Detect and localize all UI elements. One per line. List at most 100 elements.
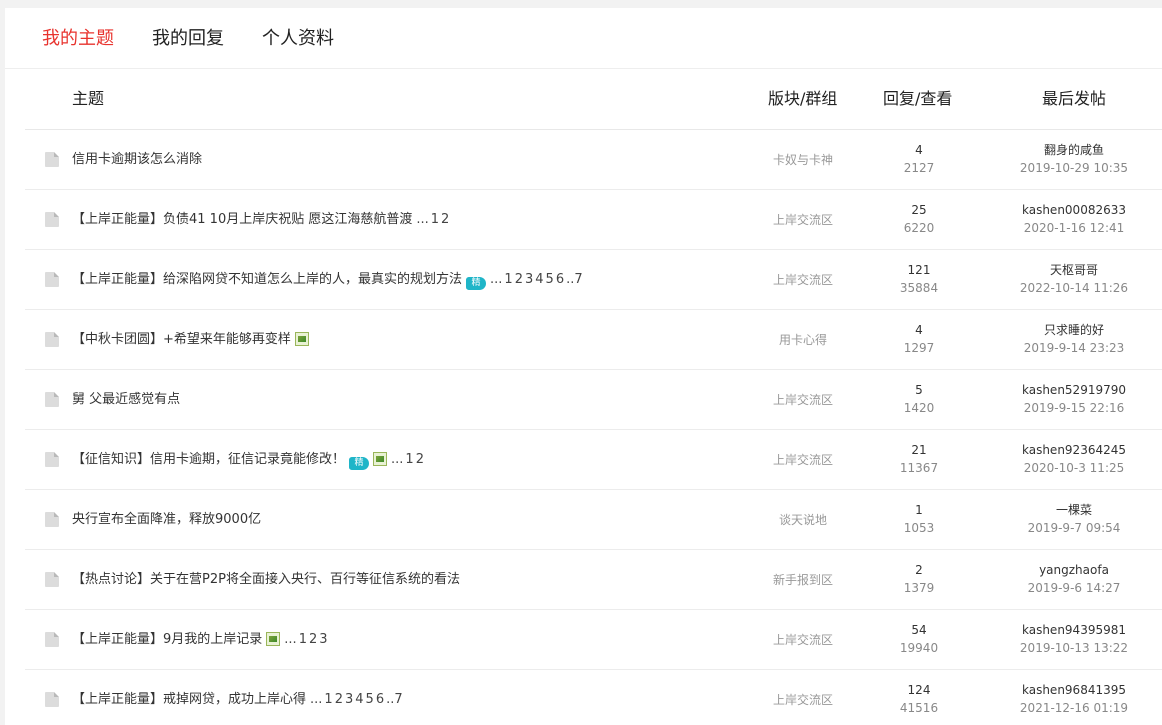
thread-title-link[interactable]: 【中秋卡团圆】+希望来年能够再变样 [72,332,291,347]
page-link[interactable]: 5 [366,692,374,707]
document-icon [45,512,59,527]
tab-bar: 我的主题 我的回复 个人资料 [5,8,1162,69]
last-post: kashen52919790 2019-9-15 22:16 [1009,381,1139,417]
thread-title-link[interactable]: 央行宣布全面降准，释放9000亿 [72,512,261,527]
page-link[interactable]: 6 [556,272,564,287]
view-count: 1420 [903,401,935,415]
thread-title-link[interactable]: 【上岸正能量】9月我的上岸记录 [72,632,262,647]
table-row: 【中秋卡团圆】+希望来年能够再变样 用卡心得 4 1297 只求睡的好 2019-9-14… [25,310,1162,370]
document-icon [45,632,59,647]
view-count: 1297 [903,341,935,355]
thread-title-line: 【征信知识】信用卡逾期，征信记录竟能修改！ 精... 1 2 [72,449,424,471]
last-post: 天枢哥哥 2022-10-14 11:26 [1009,261,1139,297]
last-post-user[interactable]: kashen00082633 [1009,201,1139,219]
thread-title-line: 【中秋卡团圆】+希望来年能够再变样 [72,329,309,351]
forum-link[interactable]: 用卡心得 [743,329,863,351]
thread-title-link[interactable]: 【上岸正能量】戒掉网贷，成功上岸心得 [72,692,306,707]
reply-view-stats: 4 2127 [859,141,979,177]
forum-link[interactable]: 上岸交流区 [743,629,863,651]
header-forum: 版块/群组 [768,89,838,108]
header-stats: 回复/查看 [883,89,953,108]
last-post-user[interactable]: kashen94395981 [1009,621,1139,639]
page-link[interactable]: 1 [504,272,512,287]
last-post-user[interactable]: 天枢哥哥 [1009,261,1139,279]
document-icon [45,152,59,167]
page-link[interactable]: 2 [309,632,317,647]
last-post-user[interactable]: 翻身的咸鱼 [1009,141,1139,159]
digest-badge-icon: 精 [466,277,487,290]
tab-profile[interactable]: 个人资料 [262,26,334,52]
forum-link[interactable]: 上岸交流区 [743,449,863,471]
last-post-user[interactable]: yangzhaofa [1009,561,1139,579]
page-link[interactable]: 1 [324,692,332,707]
last-post: kashen96841395 2021-12-16 01:19 [1009,681,1139,717]
thread-title-link[interactable]: 舅 父最近感觉有点 [72,392,180,407]
reply-count: 21 [911,443,927,457]
image-attachment-icon [373,452,388,466]
forum-link[interactable]: 新手报到区 [743,569,863,591]
page-link[interactable]: 2 [441,212,449,227]
page-link[interactable]: 3 [345,692,353,707]
page-link[interactable]: 3 [525,272,533,287]
reply-view-stats: 2 1379 [859,561,979,597]
last-post-user[interactable]: 只求睡的好 [1009,321,1139,339]
table-row: 【上岸正能量】戒掉网贷，成功上岸心得... 1 2 3 4 5 6 ..7 上岸交流区 124 41… [25,670,1162,725]
last-post-time: 2020-1-16 12:41 [1023,221,1125,235]
view-count: 35884 [899,281,939,295]
thread-title-link[interactable]: 信用卡逾期该怎么消除 [72,152,202,167]
reply-count: 121 [907,263,931,277]
last-post-time: 2019-9-14 23:23 [1023,341,1125,355]
thread-title-link[interactable]: 【上岸正能量】给深陷网贷不知道怎么上岸的人，最真实的规划方法 [72,272,462,287]
page-link[interactable]: 2 [335,692,343,707]
reply-count: 1 [915,503,923,517]
thread-title-line: 【上岸正能量】9月我的上岸记录... 1 2 3 [72,629,328,651]
page-link[interactable]: 2 [416,452,424,467]
thread-list: 主题 版块/群组 回复/查看 最后发帖 信用卡逾期该怎么消除 卡奴与卡神 4 2127… [25,69,1162,725]
pagination-ellipsis: ... [490,272,503,287]
forum-link[interactable]: 上岸交流区 [743,269,863,291]
last-post-user[interactable]: kashen52919790 [1009,381,1139,399]
last-post-user[interactable]: kashen92364245 [1009,441,1139,459]
forum-link[interactable]: 卡奴与卡神 [743,149,863,171]
page-link[interactable]: 2 [515,272,523,287]
forum-link[interactable]: 上岸交流区 [743,689,863,711]
reply-count: 2 [915,563,923,577]
content-panel: 我的主题 我的回复 个人资料 主题 版块/群组 回复/查看 最后发帖 信用卡逾期… [5,8,1162,725]
forum-link[interactable]: 上岸交流区 [743,389,863,411]
reply-count: 124 [907,683,931,697]
last-post-user[interactable]: 一棵菜 [1009,501,1139,519]
view-count: 1379 [903,581,935,595]
last-post-time: 2022-10-14 11:26 [1019,281,1129,295]
image-attachment-icon [294,332,309,346]
forum-link[interactable]: 谈天说地 [743,509,863,531]
thread-title-link[interactable]: 【征信知识】信用卡逾期，征信记录竟能修改！ [72,452,345,467]
page-link[interactable]: 3 [319,632,327,647]
page-link[interactable]: 6 [376,692,384,707]
page-link[interactable]: 1 [431,212,439,227]
reply-view-stats: 121 35884 [859,261,979,297]
view-count: 11367 [899,461,939,475]
view-count: 19940 [899,641,939,655]
forum-link[interactable]: 上岸交流区 [743,209,863,231]
thread-title-link[interactable]: 【热点讨论】关于在营P2P将全面接入央行、百行等征信系统的看法 [72,572,460,587]
page-link[interactable]: ..7 [566,272,583,287]
view-count: 2127 [903,161,935,175]
page-link[interactable]: ..7 [386,692,403,707]
tab-my-replies[interactable]: 我的回复 [152,26,224,52]
reply-view-stats: 1 1053 [859,501,979,537]
document-icon [45,272,59,287]
tab-my-topics[interactable]: 我的主题 [42,26,114,52]
last-post-user[interactable]: kashen96841395 [1009,681,1139,699]
page-link[interactable]: 4 [535,272,543,287]
page-link[interactable]: 1 [405,452,413,467]
thread-title-link[interactable]: 【上岸正能量】负债41 10月上岸庆祝贴 愿这江海慈航普渡 [72,212,412,227]
page-link[interactable]: 5 [546,272,554,287]
header-topic: 主题 [72,89,105,108]
page-link[interactable]: 4 [355,692,363,707]
page-link[interactable]: 1 [299,632,307,647]
table-row: 【上岸正能量】9月我的上岸记录... 1 2 3 上岸交流区 54 19940 kashen9… [25,610,1162,670]
last-post: kashen92364245 2020-10-3 11:25 [1009,441,1139,477]
pagination-ellipsis: ... [310,692,323,707]
last-post-time: 2019-10-29 10:35 [1019,161,1129,175]
reply-count: 4 [915,143,923,157]
